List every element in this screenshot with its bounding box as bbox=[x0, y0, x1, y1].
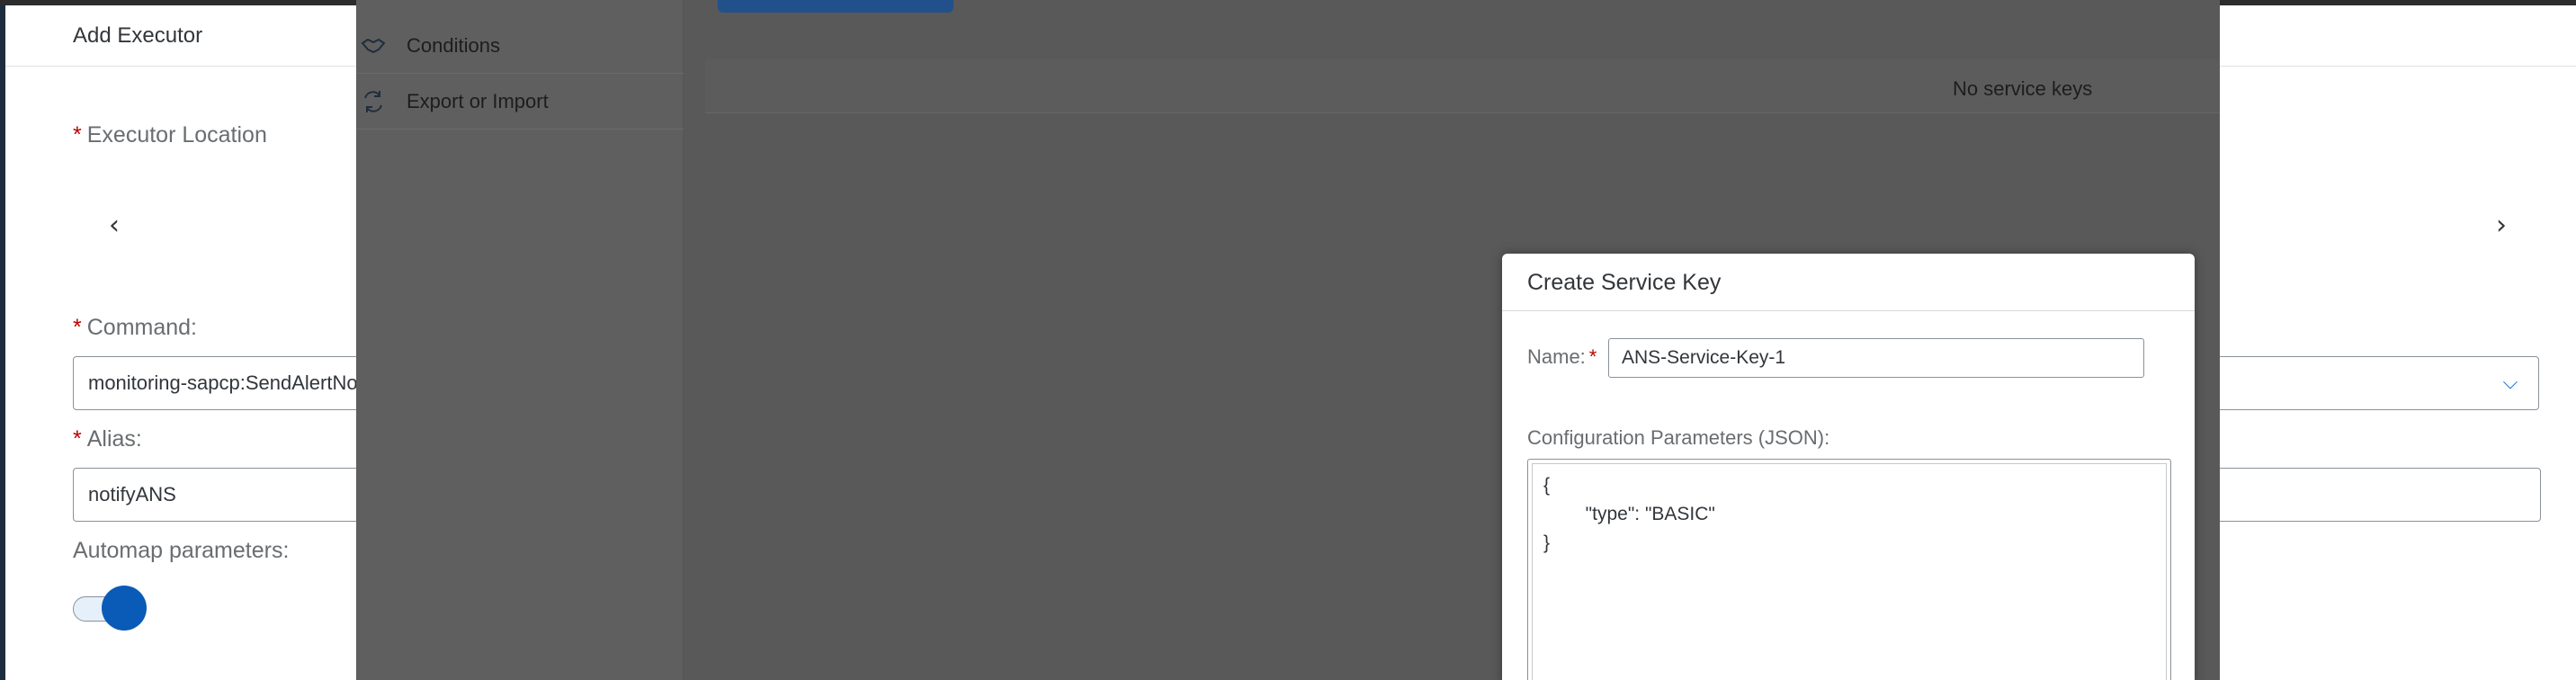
config-params-label: Configuration Parameters (JSON): bbox=[1527, 426, 1830, 449]
dialog-header: Create Service Key bbox=[1502, 254, 2195, 311]
sync-icon bbox=[360, 88, 387, 115]
command-value: monitoring-sapcp:SendAlertNo bbox=[88, 371, 358, 394]
toggle-knob bbox=[102, 586, 147, 631]
create-service-key-dialog: Create Service Key Name: * ANS-Service-Ke… bbox=[1502, 254, 2195, 680]
chevron-down-icon[interactable]: ⌵ bbox=[2497, 357, 2524, 409]
dialog-title: Create Service Key bbox=[1527, 270, 1722, 295]
alias-value: notifyANS bbox=[88, 483, 176, 506]
cockpit-sidebar: Conditions Export or Import bbox=[356, 0, 684, 680]
required-mark: * bbox=[73, 315, 82, 340]
name-label-text: Name: bbox=[1527, 345, 1586, 368]
required-mark: * bbox=[73, 426, 82, 452]
no-service-keys-text: No service keys bbox=[1953, 77, 2093, 100]
required-mark: * bbox=[73, 122, 82, 148]
handshake-icon bbox=[360, 32, 387, 59]
sidebar-item-conditions[interactable]: Conditions bbox=[356, 18, 684, 74]
config-params-textarea[interactable]: { "type": "BASIC" } bbox=[1527, 459, 2171, 680]
name-label: Name: * bbox=[1527, 345, 1602, 369]
automap-label: Automap parameters: bbox=[73, 538, 290, 563]
sidebar-item-label: Conditions bbox=[407, 34, 500, 57]
executor-location-text: Executor Location bbox=[86, 122, 267, 148]
sidebar-item-export-import[interactable]: Export or Import bbox=[356, 74, 684, 130]
executor-location-label: * Executor Location bbox=[73, 122, 267, 148]
alias-label-text: Alias: bbox=[86, 426, 142, 452]
required-mark: * bbox=[1588, 345, 1597, 368]
alias-label: * Alias: bbox=[73, 426, 142, 452]
create-service-key-button[interactable] bbox=[718, 0, 953, 13]
command-label-text: Command: bbox=[86, 315, 197, 340]
carousel-next-icon[interactable]: › bbox=[2488, 212, 2515, 239]
sidebar-item-label: Export or Import bbox=[407, 90, 549, 112]
name-input[interactable]: ANS-Service-Key-1 bbox=[1608, 338, 2144, 378]
carousel-prev-icon[interactable]: ‹ bbox=[101, 212, 128, 239]
automap-toggle[interactable] bbox=[73, 586, 147, 631]
command-label: * Command: bbox=[73, 315, 197, 341]
dialog-title: Add Executor bbox=[73, 23, 203, 48]
config-params-value: { "type": "BASIC" } bbox=[1532, 463, 2167, 680]
